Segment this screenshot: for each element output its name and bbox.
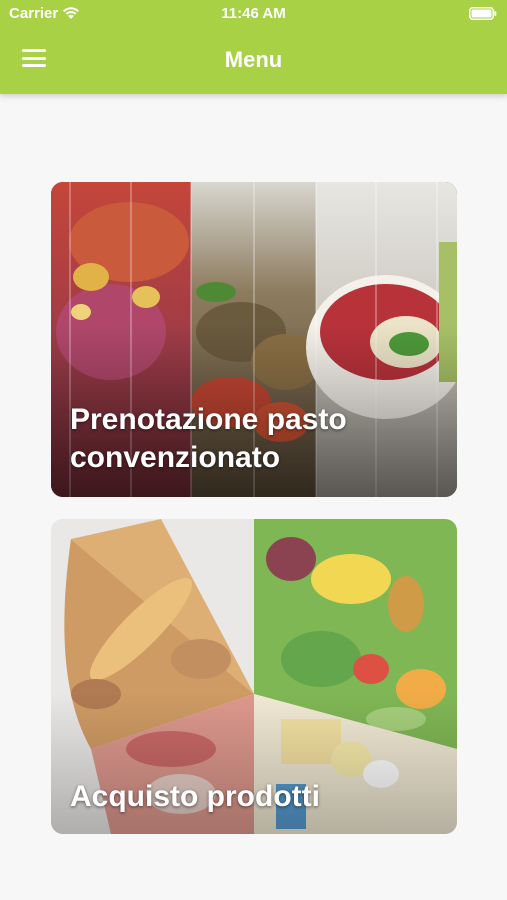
status-bar: Carrier 11:46 AM [0,0,507,28]
meal-booking-label-line2: convenzionato [70,441,281,474]
meal-booking-label: Prenotazione pasto convenzionato [70,401,438,477]
app-header: Carrier 11:46 AM Menu [0,0,507,94]
product-purchase-label: Acquisto prodotti [70,780,320,813]
page-title: Menu [224,47,283,72]
battery-icon [469,7,497,20]
meal-booking-card[interactable]: Prenotazione pasto convenzionato [51,182,457,497]
status-time: 11:46 AM [221,5,286,22]
meal-booking-label-line1: Prenotazione pasto [70,403,347,436]
product-purchase-card[interactable]: Acquisto prodotti [51,519,457,834]
